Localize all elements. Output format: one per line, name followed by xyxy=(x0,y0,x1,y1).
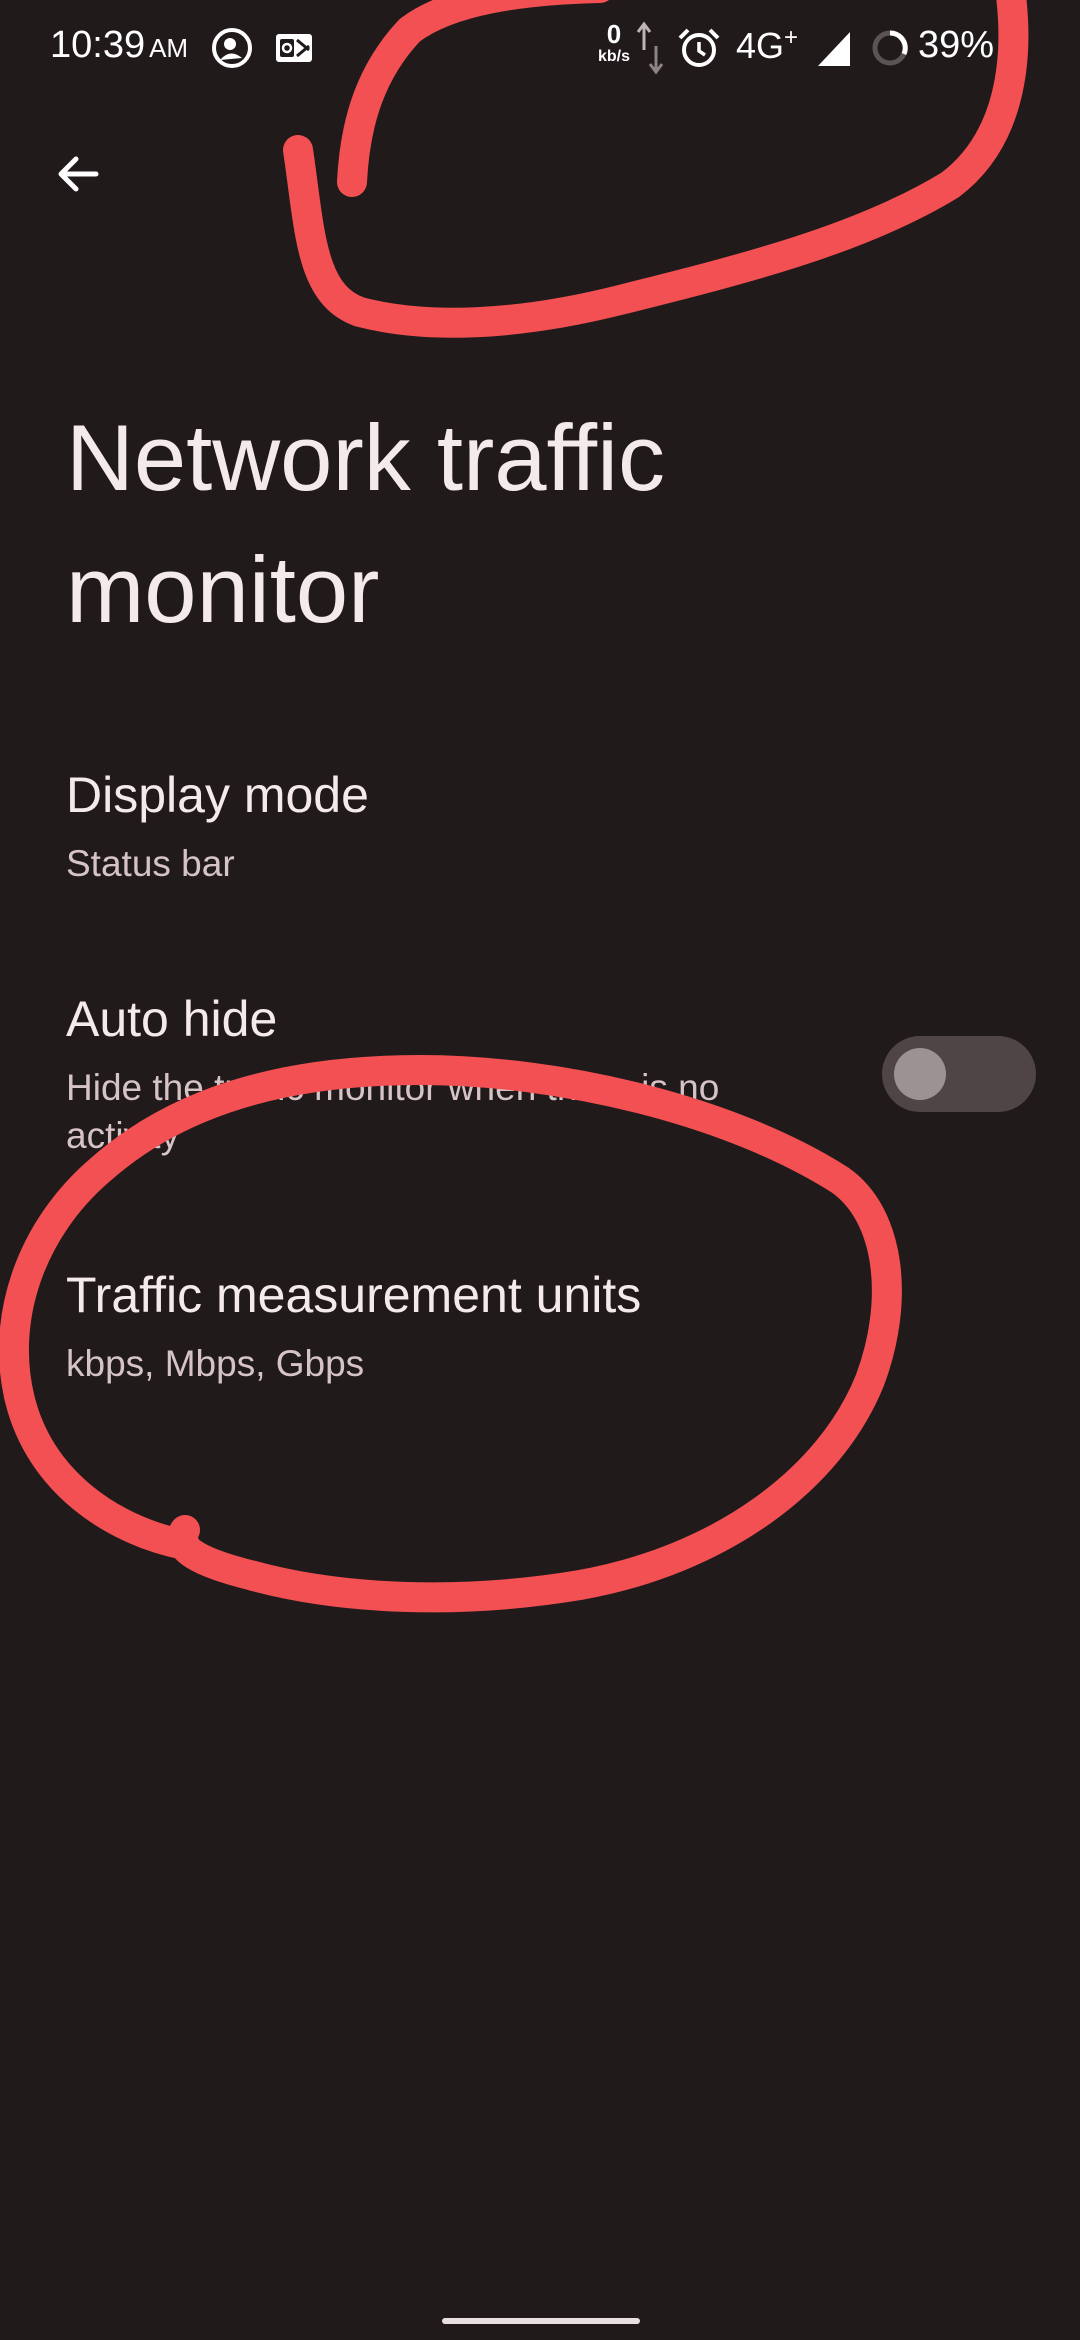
pref-auto-hide-title: Auto hide xyxy=(66,991,278,1047)
pref-display-mode[interactable]: Display mode Status bar xyxy=(0,740,1080,930)
pref-auto-hide-summary: Hide the traffic monitor when there is n… xyxy=(66,1067,720,1156)
outlook-icon xyxy=(276,34,312,62)
status-time-value: 10:39 xyxy=(50,24,146,66)
data-arrows-icon xyxy=(636,21,664,75)
whatsapp-icon xyxy=(212,28,252,68)
status-time-ampm: AM xyxy=(149,33,189,63)
network-speed-value: 0 xyxy=(606,19,622,49)
signal-icon xyxy=(818,32,850,66)
pref-traffic-units[interactable]: Traffic measurement units kbps, Mbps, Gb… xyxy=(0,1216,1080,1416)
back-button[interactable] xyxy=(40,136,116,212)
network-speed-unit: kb/s xyxy=(597,48,630,65)
battery-percentage: 39% xyxy=(918,24,995,66)
pref-traffic-units-title: Traffic measurement units xyxy=(66,1267,642,1323)
arrow-back-icon xyxy=(58,156,99,192)
status-bar: 10:39 AM 0 kb/s 4G+ 39% xyxy=(0,0,1080,96)
auto-hide-toggle-thumb xyxy=(894,1048,946,1100)
auto-hide-toggle[interactable] xyxy=(882,1036,1036,1112)
battery-ring-icon xyxy=(872,30,908,66)
page-title: Network traffic monitor xyxy=(66,405,665,642)
home-indicator[interactable] xyxy=(442,2318,640,2324)
status-time: 10:39 AM xyxy=(50,24,188,67)
network-type-sup: + xyxy=(784,24,799,51)
alarm-icon xyxy=(678,28,720,67)
pref-display-mode-summary: Status bar xyxy=(66,843,235,884)
network-speed-indicator: 0 kb/s xyxy=(592,20,636,66)
annotation-overlay xyxy=(0,0,1029,1613)
pref-traffic-units-summary: kbps, Mbps, Gbps xyxy=(66,1343,365,1384)
network-type: 4G+ xyxy=(736,24,798,67)
pref-display-mode-title: Display mode xyxy=(66,767,369,823)
network-type-label: 4G xyxy=(736,25,785,66)
